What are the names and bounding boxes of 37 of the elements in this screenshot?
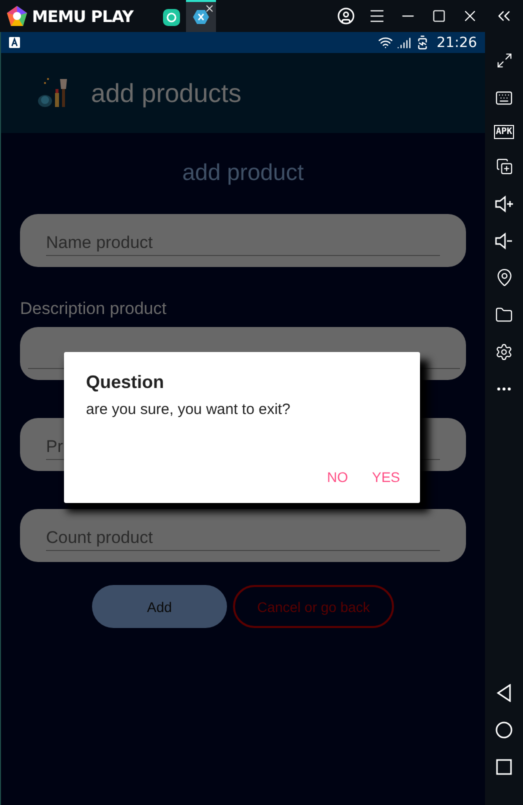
keyboard-icon[interactable] — [495, 88, 513, 106]
dialog-message: are you sure, you want to exit? — [86, 401, 292, 418]
menu-icon[interactable] — [368, 7, 386, 25]
account-icon[interactable] — [336, 7, 354, 25]
wifi-icon — [378, 35, 393, 50]
apk-button[interactable]: APK — [494, 125, 514, 139]
home-icon[interactable] — [495, 720, 513, 738]
recents-icon[interactable] — [496, 758, 512, 774]
settings-icon[interactable] — [495, 342, 513, 360]
dialog-title: Question — [86, 372, 166, 393]
input-field[interactable]: Name product — [46, 233, 440, 256]
hexagon-icon — [193, 9, 210, 25]
location-icon[interactable] — [494, 268, 514, 287]
app-bar-title: add products — [91, 78, 242, 108]
dialog-button[interactable]: NO — [326, 469, 348, 485]
fullscreen-icon[interactable] — [496, 52, 512, 69]
form-heading: add product — [182, 159, 304, 186]
text-field[interactable]: Count product — [20, 509, 466, 562]
input-field[interactable]: Count product — [46, 528, 440, 551]
volume-up-icon[interactable] — [494, 194, 514, 214]
clock-time: 21:26 — [436, 34, 477, 50]
field-label: Description product — [20, 299, 168, 319]
add-button[interactable]: Add — [92, 585, 227, 628]
brand-name: MEMU PLAY — [32, 6, 134, 26]
maximize-icon[interactable] — [432, 9, 446, 23]
app-tab[interactable] — [186, 0, 216, 32]
close-icon[interactable] — [204, 3, 216, 14]
logo-icon — [6, 5, 28, 27]
volume-down-icon[interactable] — [494, 230, 514, 250]
back-icon[interactable] — [496, 684, 512, 702]
notification-icon — [9, 37, 20, 48]
signal-icon — [396, 36, 411, 50]
folder-icon[interactable] — [495, 306, 513, 324]
app-icon — [162, 8, 180, 26]
dialog-button[interactable]: YES — [372, 469, 400, 485]
text-field[interactable]: Name product — [20, 214, 466, 267]
multi-window-icon[interactable] — [496, 158, 512, 175]
